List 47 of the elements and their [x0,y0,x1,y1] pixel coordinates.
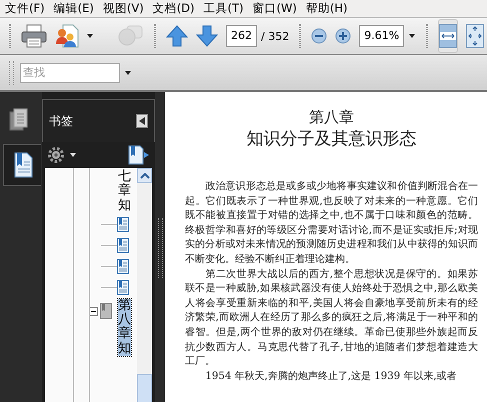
scrollbar[interactable] [137,168,152,402]
splitter-handle[interactable] [158,218,162,278]
bookmark-item[interactable]: 七章知 [118,170,131,213]
bookmark-icon [100,302,112,319]
search-field[interactable]: 查找 [20,62,120,82]
collapse-button[interactable] [136,114,148,128]
menu-item[interactable]: 工具(T) [202,0,251,17]
caret-icon[interactable] [87,34,93,38]
up-arrow-icon[interactable] [166,25,188,47]
printer-icon[interactable] [21,24,47,48]
panel-title: 书签 [49,112,73,130]
pages-icon[interactable] [9,108,29,132]
menu-item[interactable]: 文档(D) [150,0,202,17]
zoom-out-icon[interactable] [311,28,328,44]
fit-width-button[interactable] [438,19,458,53]
bookmark-icon[interactable] [117,216,129,232]
bookmark-icon[interactable] [117,280,129,295]
bookmark-icon[interactable] [117,238,129,253]
menu-item[interactable]: 文件(F) [3,0,52,17]
settings-button[interactable] [47,146,65,164]
bookmark-item[interactable]: 第八章知 [118,298,131,356]
zoom-in-icon[interactable] [335,28,352,44]
left-triangle-icon[interactable] [139,117,145,125]
paragraph: 政治意识形态总是或多或少地将事实建议和价值判断混合在一起。它们既表示了一种世界观,也反映了对未来的一种意愿。它们既不能被直接置于对错的选择之中,也不属于口味和颜色的范畴。终极哲学和喜好的等级区分需要对话讨论,而不是证实或拒斥;对现实的分析或对未来情况的预测随历史进程和我们从中获得的知识而不断变化。经验不断纠正着理论建构。 [185,180,478,267]
people-document-icon[interactable] [55,24,79,48]
menu-item[interactable]: 帮助(H) [304,0,355,17]
caret-icon[interactable] [70,153,76,157]
chevron-up-icon[interactable] [140,172,150,178]
menu-item[interactable]: 窗口(W) [250,0,304,17]
bookmark-document-icon[interactable] [12,152,32,178]
caret-icon[interactable] [125,70,131,74]
paragraph: 1954 年秋天,奔腾的炮声终止了,这是 1939 年以来,或者 [204,370,458,384]
paragraph: 第二次世界大战以后的西方,整个思想状况是保守的。如果苏联不是一种威胁,如果核武器没有使人始终处于恐惧之中,那么欧美人将会享受重新来临的和平,美国人将会自豪地享受前所未有的经济繁荣,而欧洲人在经历了那么多的疯狂之后,将满足于一种平和的睿智。但是,两个世界的敌对仍在继续。革命已使那些外族起而反抗少数西方人。马克思代替了孔子,甘地的追随者们梦想着建造大工厂。 [185,268,478,370]
page-total: / 352 [261,30,290,42]
scrollbar-thumb[interactable] [137,374,152,402]
bookmark-arrow-icon[interactable] [128,145,150,165]
bookmark-icon[interactable] [117,258,129,274]
menu-item[interactable]: 编辑(E) [52,0,101,17]
down-arrow-icon[interactable] [196,25,218,47]
chapter-title: 知识分子及其意识形态 [246,128,418,150]
bookmarks-tab[interactable] [3,144,41,186]
caret-icon[interactable] [409,34,416,38]
page-number-field[interactable]: 262 [226,25,257,47]
collapse-toggle[interactable] [89,306,98,316]
zoom-field[interactable]: 9.61% [359,25,404,47]
menu-item[interactable]: 视图(V) [100,0,151,17]
chapter-number: 第八章 [308,108,355,126]
